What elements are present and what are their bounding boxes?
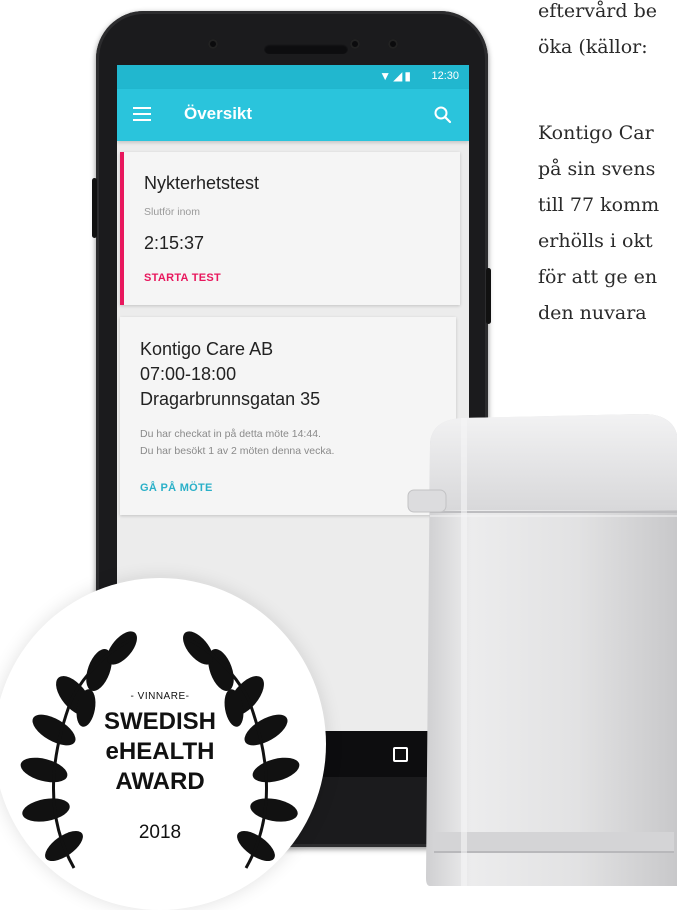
award-label: - VINNARE- bbox=[130, 691, 190, 702]
article-line: den nuvara bbox=[538, 302, 647, 324]
signal-icons: ▼◢▮ bbox=[379, 69, 413, 83]
status-time: 12:30 bbox=[431, 70, 459, 82]
award-line-1: SWEDISH bbox=[103, 708, 216, 735]
article-line: på sin svens bbox=[538, 158, 656, 180]
sobriety-test-card[interactable]: Nykterhetstest Slutför inom 2:15:37 STAR… bbox=[120, 152, 460, 305]
article-line: Kontigo Car bbox=[538, 122, 654, 144]
power-button bbox=[486, 268, 491, 324]
earpiece bbox=[264, 44, 348, 54]
status-bar: ▼◢▮ 12:30 bbox=[117, 65, 469, 89]
award-line-3: AWARD bbox=[115, 768, 205, 795]
sensor-dot bbox=[388, 39, 398, 49]
countdown-timer: 2:15:37 bbox=[144, 233, 205, 253]
app-bar: Översikt bbox=[117, 89, 469, 141]
front-camera bbox=[350, 39, 360, 49]
meeting-address: Dragarbrunnsgatan 35 bbox=[140, 389, 321, 409]
meeting-hours: 07:00-18:00 bbox=[140, 364, 237, 384]
article-line: eftervård be bbox=[538, 0, 657, 22]
article-line: till 77 komm bbox=[538, 194, 660, 216]
hamburger-menu-icon[interactable] bbox=[133, 107, 151, 121]
search-icon[interactable] bbox=[433, 105, 453, 125]
sensor-dot bbox=[208, 39, 218, 49]
article-line: öka (källor: bbox=[538, 36, 648, 58]
breathalyzer-device bbox=[407, 414, 677, 886]
article-line: erhölls i okt bbox=[538, 230, 653, 252]
page-title: Översikt bbox=[184, 104, 253, 123]
award-year: 2018 bbox=[138, 822, 182, 843]
checkin-info: Du har checkat in på detta möte 14:44. bbox=[140, 428, 321, 440]
award-line-2: eHEALTH bbox=[105, 738, 215, 765]
meeting-name: Kontigo Care AB bbox=[140, 339, 274, 359]
volume-button bbox=[92, 178, 97, 238]
card-title: Nykterhetstest bbox=[144, 173, 260, 193]
start-test-button[interactable]: STARTA TEST bbox=[144, 272, 221, 284]
card-subtitle: Slutför inom bbox=[144, 206, 201, 218]
go-to-meeting-button[interactable]: GÅ PÅ MÖTE bbox=[140, 482, 213, 494]
visits-info: Du har besökt 1 av 2 möten denna vecka. bbox=[140, 445, 335, 457]
article-line: för att ge en bbox=[538, 266, 658, 288]
award-badge: - VINNARE- SWEDISH eHEALTH AWARD 2018 bbox=[0, 578, 326, 910]
